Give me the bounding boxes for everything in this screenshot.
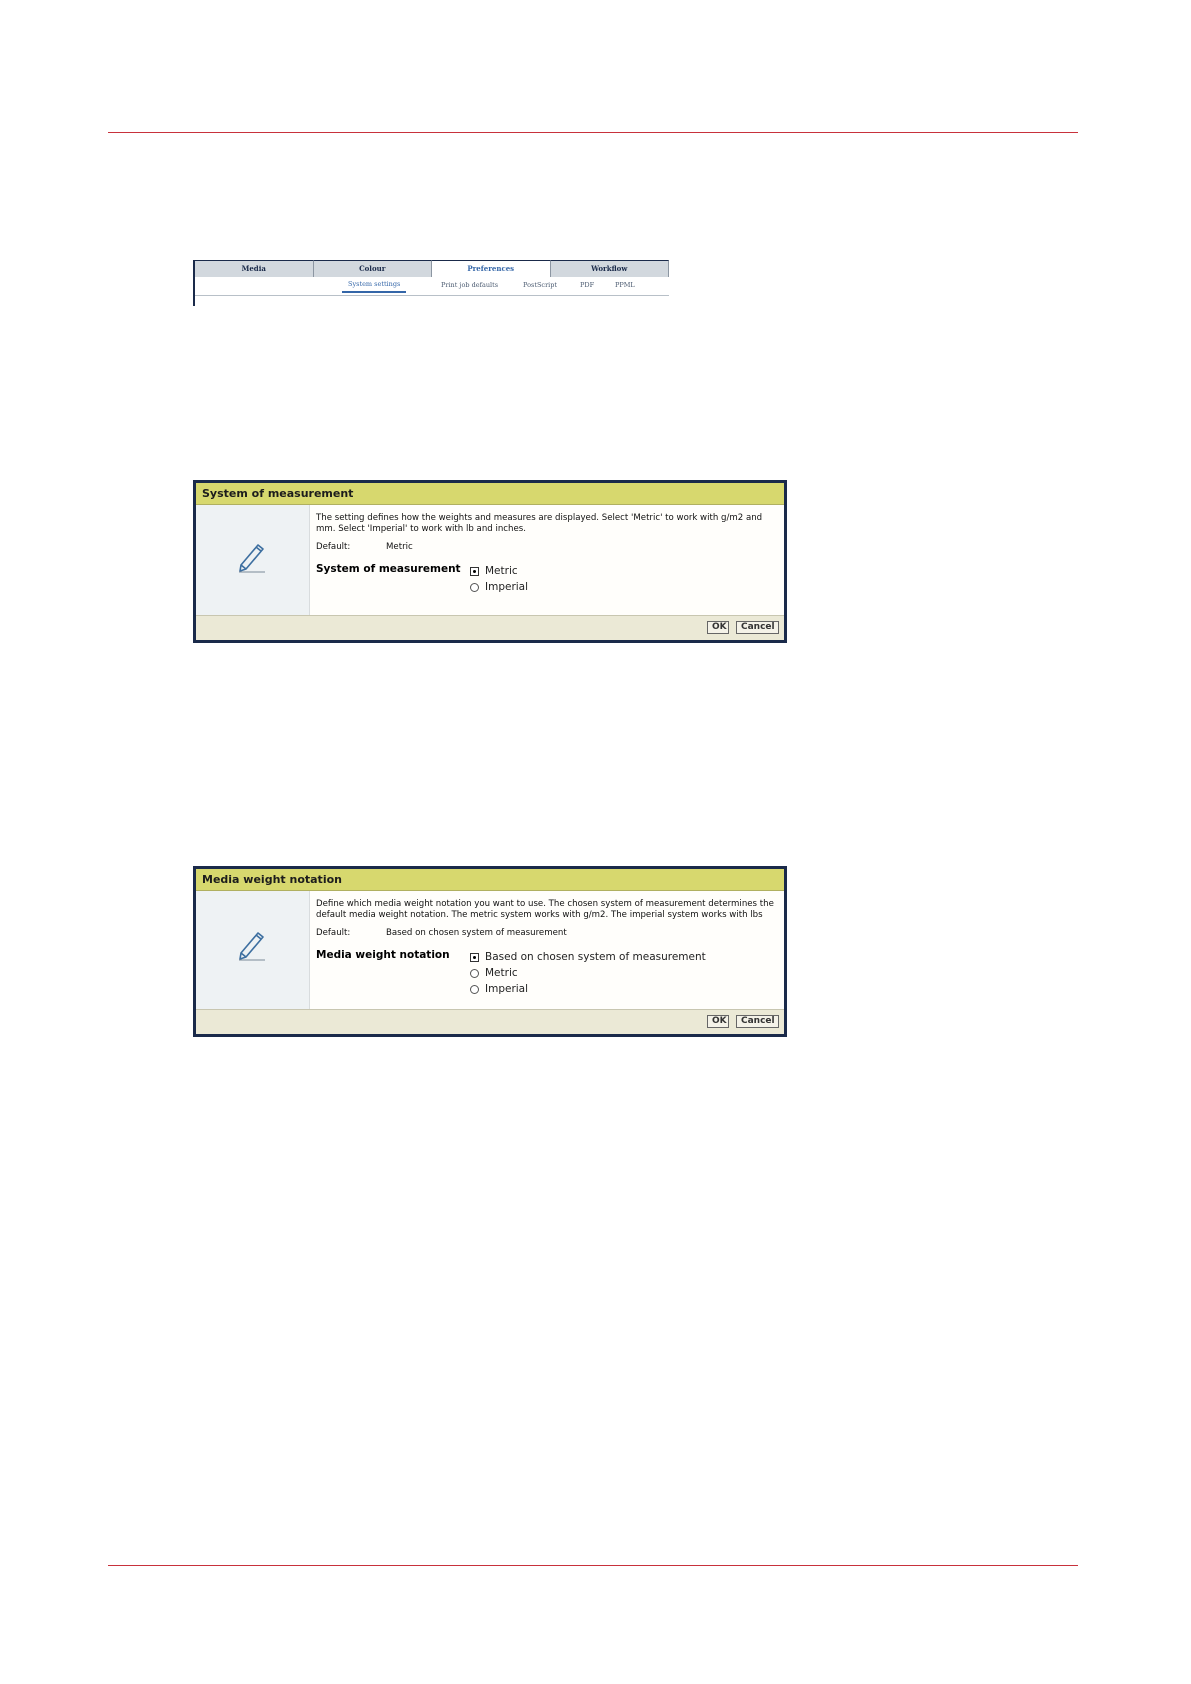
tab-preferences[interactable]: Preferences xyxy=(432,260,551,277)
dialog-footer: OK Cancel xyxy=(196,1009,784,1034)
default-value: Based on chosen system of measurement xyxy=(386,928,567,938)
setting-description: Define which media weight notation you w… xyxy=(316,899,774,920)
option-label: Imperial xyxy=(485,581,529,593)
dialog-content: The setting defines how the weights and … xyxy=(316,513,778,593)
cancel-button[interactable]: Cancel xyxy=(736,621,779,634)
setting-label: System of measurement xyxy=(316,563,461,575)
subtab-pdf[interactable]: PDF xyxy=(580,281,594,289)
radio-selected-icon[interactable] xyxy=(470,952,479,962)
option-metric[interactable]: Metric xyxy=(470,563,528,579)
default-row: Default: Metric xyxy=(316,542,778,553)
radio-unselected-icon[interactable] xyxy=(470,984,479,994)
option-based-on-system[interactable]: Based on chosen system of measurement xyxy=(470,949,706,965)
radio-unselected-icon[interactable] xyxy=(470,968,479,978)
option-imperial[interactable]: Imperial xyxy=(470,981,706,997)
dialog-icon-panel xyxy=(196,891,310,1009)
tab-colour[interactable]: Colour xyxy=(313,260,432,277)
radio-group: Metric Imperial xyxy=(470,563,528,595)
ok-button[interactable]: OK xyxy=(707,621,729,634)
ok-button[interactable]: OK xyxy=(707,1015,729,1028)
settings-tab-bar: Media Colour Preferences Workflow System… xyxy=(193,260,669,306)
radio-selected-icon[interactable] xyxy=(470,566,479,576)
default-label: Default: xyxy=(316,928,351,938)
option-imperial[interactable]: Imperial xyxy=(470,579,528,595)
radio-unselected-icon[interactable] xyxy=(470,582,479,592)
main-tabs: Media Colour Preferences Workflow xyxy=(195,260,669,277)
dialog-content: Define which media weight notation you w… xyxy=(316,899,778,995)
dialog-icon-panel xyxy=(196,505,310,615)
pencil-icon xyxy=(239,544,265,573)
media-weight-notation-dialog: Media weight notation Define which media… xyxy=(193,866,787,1037)
option-label: Based on chosen system of measurement xyxy=(485,951,706,963)
option-label: Metric xyxy=(485,565,518,577)
default-label: Default: xyxy=(316,542,351,552)
subtab-ppml[interactable]: PPML xyxy=(615,281,635,289)
tab-media[interactable]: Media xyxy=(195,260,314,277)
subtab-print-job-defaults[interactable]: Print job defaults xyxy=(441,281,498,289)
option-metric[interactable]: Metric xyxy=(470,965,706,981)
header-divider xyxy=(108,132,1078,133)
tab-workflow[interactable]: Workflow xyxy=(550,260,669,277)
setting-description: The setting defines how the weights and … xyxy=(316,513,763,534)
option-label: Metric xyxy=(485,967,518,979)
default-row: Default: Based on chosen system of measu… xyxy=(316,928,778,939)
dialog-title: Media weight notation xyxy=(196,869,784,891)
option-label: Imperial xyxy=(485,983,529,995)
system-of-measurement-dialog: System of measurement The setting define… xyxy=(193,480,787,643)
radio-group: Based on chosen system of measurement Me… xyxy=(470,949,706,997)
cancel-button[interactable]: Cancel xyxy=(736,1015,779,1028)
dialog-title: System of measurement xyxy=(196,483,784,505)
setting-label: Media weight notation xyxy=(316,949,450,961)
pencil-icon xyxy=(239,932,265,961)
dialog-footer: OK Cancel xyxy=(196,615,784,640)
sub-tabs: System settings Print job defaults PostS… xyxy=(195,277,669,296)
default-value: Metric xyxy=(386,542,413,552)
footer-divider xyxy=(108,1565,1078,1566)
subtab-postscript[interactable]: PostScript xyxy=(523,281,557,289)
subtab-system-settings[interactable]: System settings xyxy=(342,280,407,293)
